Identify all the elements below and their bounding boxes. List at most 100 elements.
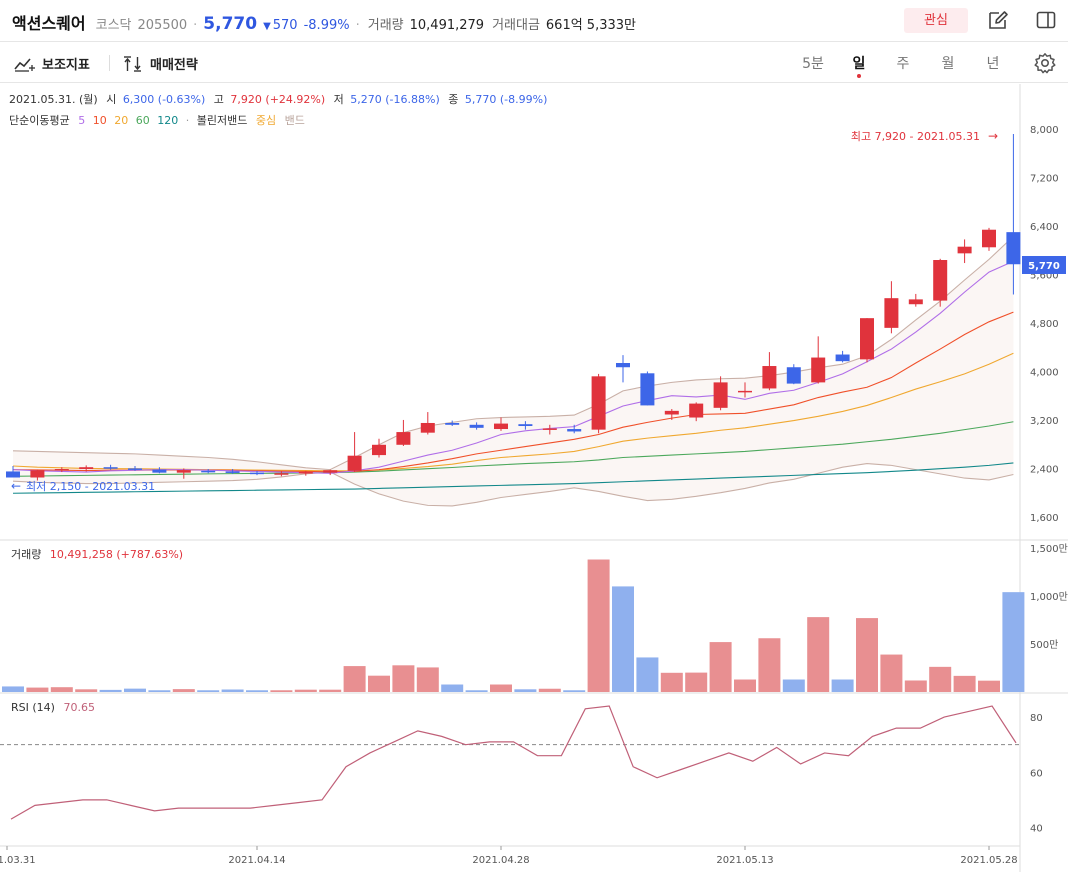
triangle-down-icon: ▼	[263, 21, 271, 32]
volume-bar	[294, 689, 317, 692]
period-tab-week[interactable]: 주	[890, 53, 916, 73]
candle-body	[811, 357, 826, 383]
volume-bar	[246, 690, 268, 692]
period-tab-month[interactable]: 월	[935, 53, 961, 73]
candle-body	[738, 390, 752, 393]
info-close: 5,770 (-8.99%)	[465, 93, 547, 106]
volume-bar	[978, 680, 1000, 692]
volume-bar	[368, 675, 390, 692]
favorite-button[interactable]: 관심	[904, 8, 968, 33]
candle-body	[225, 471, 240, 473]
indicator-menu-button[interactable]: 보조지표	[14, 54, 90, 73]
volume-bar	[490, 684, 512, 692]
rsi-value: 70.65	[63, 701, 95, 714]
volume-bar	[416, 667, 439, 692]
toolbar-divider	[109, 55, 110, 71]
volume-bar	[636, 657, 659, 692]
volume-bar	[75, 689, 98, 692]
stock-name[interactable]: 액션스퀘어	[12, 10, 86, 34]
buy-sell-arrows-icon	[124, 55, 141, 72]
volume-bar	[929, 666, 952, 692]
ma10-label: 10	[93, 114, 107, 127]
rsi-tick-label: 40	[1030, 823, 1043, 834]
info-low: 5,270 (-16.88%)	[350, 93, 439, 106]
candle-body	[79, 467, 94, 470]
volume-bar	[172, 689, 195, 692]
axis-labels: 1,6002,4003,2004,0004,8005,6006,4007,200…	[0, 125, 1068, 866]
info-line-indicators: 단순이동평균 5 10 20 60 120 · 볼린저밴드 중심 밴드	[9, 114, 305, 127]
period-tab-year[interactable]: 년	[980, 53, 1006, 73]
strategy-menu-label: 매매전략	[150, 58, 198, 73]
info-open-label: 시	[106, 93, 116, 106]
panel-layout-icon[interactable]	[1035, 9, 1057, 31]
candle-body	[762, 366, 777, 389]
ma120-label: 120	[157, 114, 178, 127]
volume-bar	[538, 688, 561, 692]
period-tab-5min[interactable]: 5분	[800, 53, 826, 73]
volume-bar	[124, 688, 146, 692]
candle-body	[420, 422, 435, 433]
rsi-line	[0, 705, 1020, 820]
candle-body	[664, 410, 679, 415]
volume-bar	[880, 654, 903, 692]
rsi-title: RSI (14)	[11, 701, 55, 714]
volume-bar	[612, 586, 634, 692]
volume-bar	[148, 690, 171, 692]
period-tab-day[interactable]: 일	[846, 53, 872, 73]
edit-icon[interactable]	[987, 9, 1009, 31]
candle-body	[982, 229, 996, 248]
candle-body	[347, 455, 362, 471]
candle-body	[1006, 232, 1021, 265]
info-close-label: 종	[448, 93, 458, 106]
candle-body	[835, 354, 850, 362]
volume-bar	[1002, 592, 1025, 692]
bollinger-band-fill	[13, 236, 1014, 506]
price-tick-label: 1,600	[1030, 513, 1059, 524]
volume-bar	[2, 686, 24, 692]
candle-body	[640, 373, 655, 406]
volume-bar	[734, 679, 756, 692]
volume-tick-label: 500만	[1030, 639, 1058, 651]
candle-body	[176, 470, 191, 473]
candle-body	[933, 260, 948, 301]
candle-body	[469, 424, 484, 428]
indicator-menu-label: 보조지표	[42, 58, 90, 73]
volume-bars	[2, 559, 1025, 692]
volume-bar	[758, 638, 781, 692]
volume-value: 10,491,279	[409, 18, 485, 33]
volume-label: 거래량	[367, 18, 404, 33]
x-tick-label: 2021.03.31	[0, 855, 36, 866]
price-change: 570	[272, 18, 298, 33]
volume-bar	[660, 672, 683, 692]
candle-body	[323, 470, 338, 473]
price-tick-label: 7,200	[1030, 174, 1059, 185]
separator-dot: ·	[193, 18, 198, 33]
candle-body	[713, 382, 728, 408]
candle-body	[908, 299, 923, 305]
volume-bar	[197, 690, 220, 692]
volume-bar	[465, 690, 488, 692]
bollinger-label: 볼린저밴드	[197, 114, 248, 127]
candle-body	[689, 403, 704, 418]
separator-dot: ·	[355, 18, 360, 33]
info-high: 7,920 (+24.92%)	[230, 93, 325, 106]
info-date: 2021.05.31. (월)	[9, 93, 98, 106]
chart-toolbar: 보조지표 매매전략 5분 일 주 월 년	[0, 43, 1068, 83]
info-line-ohlc: 2021.05.31. (월) 시 6,300 (-0.63%) 고 7,920…	[9, 93, 547, 106]
trade-amount-label: 거래대금	[492, 18, 540, 33]
stock-chart[interactable]: 1,6002,4003,2004,0004,8005,6006,4007,200…	[0, 84, 1068, 872]
candle-body	[616, 363, 630, 368]
strategy-menu-button[interactable]: 매매전략	[122, 54, 198, 73]
bollinger-band	[12, 235, 1014, 507]
candle-body	[567, 429, 582, 432]
price-tick-label: 4,800	[1030, 319, 1059, 330]
rsi-pane-title: RSI (14) 70.65	[11, 701, 95, 714]
x-tick-label: 2021.04.28	[472, 855, 529, 866]
info-open: 6,300 (-0.63%)	[123, 93, 205, 106]
ma5-label: 5	[78, 114, 85, 127]
gear-icon[interactable]	[1034, 52, 1056, 74]
current-price-tag-label: 5,770	[1028, 261, 1060, 272]
rsi-tick-label: 80	[1030, 713, 1043, 724]
x-tick-label: 2021.04.14	[228, 855, 285, 866]
candle-body	[30, 470, 45, 478]
